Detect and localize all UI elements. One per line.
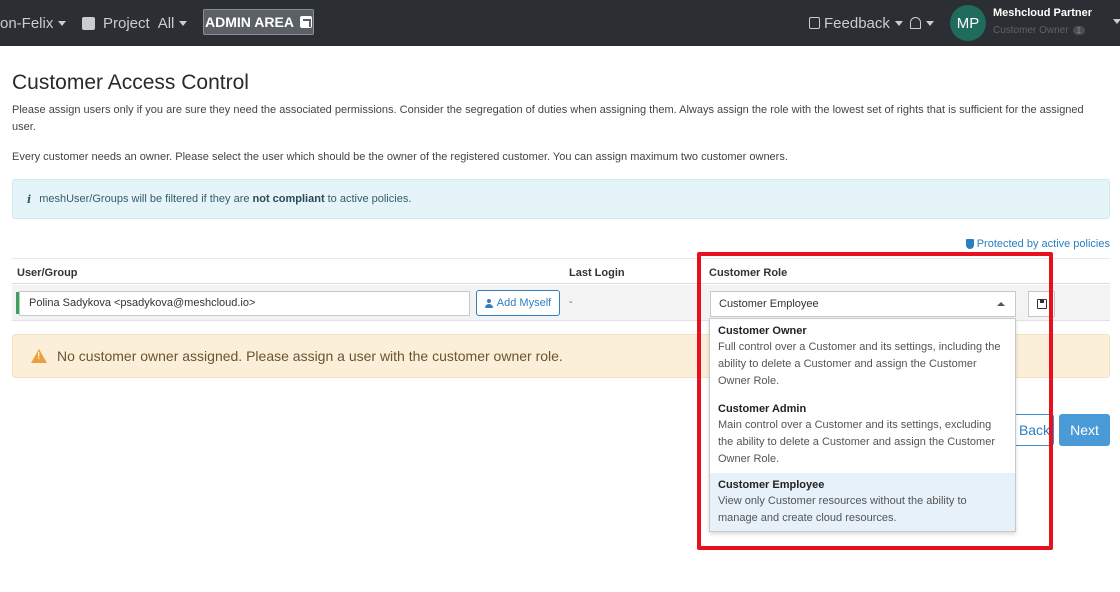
chevron-down-icon <box>894 20 903 26</box>
header-last-login: Last Login <box>569 267 625 279</box>
workspace-label: on-Felix <box>0 14 54 32</box>
partner-role-label: Customer Owner <box>993 25 1069 36</box>
owner-info-text: Every customer needs an owner. Please se… <box>12 151 788 163</box>
external-link-icon <box>299 16 312 28</box>
project-label: Project <box>103 14 150 32</box>
header-user-group: User/Group <box>17 267 78 279</box>
partner-role: Customer Owner 1 <box>993 25 1086 36</box>
add-myself-button[interactable]: Add Myself <box>476 290 560 316</box>
last-login-value: - <box>569 296 573 308</box>
highlight-annotation-box <box>697 252 1053 550</box>
next-button[interactable]: Next <box>1059 414 1110 446</box>
info-alert-text-pre: meshUser/Groups will be filtered if they… <box>39 193 250 205</box>
info-alert-text-post: to active policies. <box>327 193 412 205</box>
avatar[interactable]: MP <box>950 5 986 41</box>
page-title: Customer Access Control <box>12 71 249 94</box>
top-navbar: on-Felix Project All ADMIN AREA Feedback… <box>0 0 1120 46</box>
workspace-dropdown[interactable]: on-Felix <box>0 0 67 46</box>
avatar-initials: MP <box>956 14 980 32</box>
account-chevron-down-icon[interactable] <box>1113 19 1120 24</box>
protected-by-policies-link[interactable]: Protected by active policies <box>965 238 1110 250</box>
info-icon: i <box>27 192 32 206</box>
shield-icon <box>965 239 974 249</box>
policy-info-alert: i meshUser/Groups will be filtered if th… <box>12 179 1110 219</box>
feedback-dropdown[interactable]: Feedback <box>809 0 903 46</box>
chevron-down-icon <box>179 20 188 26</box>
protected-label: Protected by active policies <box>976 238 1110 250</box>
project-dropdown[interactable]: Project All <box>82 0 188 46</box>
intro-text: Please assign users only if you are sure… <box>12 104 1084 133</box>
bell-icon <box>910 17 921 29</box>
notifications-dropdown[interactable] <box>910 0 934 46</box>
chevron-down-icon <box>58 20 67 26</box>
user-group-input[interactable]: Polina Sadykova <psadykova@meshcloud.io> <box>19 291 470 316</box>
add-myself-label: Add Myself <box>496 297 552 309</box>
cube-icon <box>82 16 95 30</box>
feedback-label: Feedback <box>824 14 890 32</box>
admin-area-label: ADMIN AREA <box>205 14 294 30</box>
role-count-badge: 1 <box>1072 26 1086 35</box>
project-value: All <box>157 14 175 32</box>
user-icon <box>484 298 493 308</box>
warning-text: No customer owner assigned. Please assig… <box>57 348 563 364</box>
thumbs-up-icon <box>809 17 820 29</box>
info-alert-bold: not compliant <box>252 193 325 205</box>
partner-name: Meshcloud Partner <box>993 7 1093 19</box>
admin-area-button[interactable]: ADMIN AREA <box>203 9 314 35</box>
chevron-down-icon <box>926 20 934 26</box>
warning-icon <box>31 349 47 363</box>
